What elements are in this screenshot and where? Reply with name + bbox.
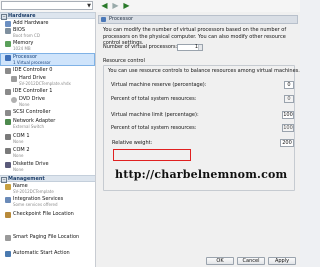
bios-icon — [5, 28, 11, 34]
settings-sidebar: − Hardware Add Hardware BIOS Boot from C… — [0, 12, 96, 267]
vm-settings-window: ▼ ◀ ▶ ▶ − Hardware Add Hardware BIOS Boo… — [0, 0, 300, 267]
resource-control-header: Resource control — [103, 58, 145, 64]
processor-icon — [5, 55, 11, 61]
management-section-header[interactable]: − Management — [0, 175, 95, 183]
sidebar-item-diskette-drive[interactable]: Diskette Drive None — [0, 161, 95, 173]
processor-settings-panel: Processor You can modify the number of v… — [96, 12, 300, 267]
sidebar-item-network-adapter[interactable]: Network Adapter External Switch — [0, 118, 95, 130]
spinner-arrows-icon[interactable] — [198, 45, 202, 50]
sidebar-item-automatic-start-action[interactable]: Automatic Start Action — [0, 250, 95, 260]
percent-total-readonly: 0 — [284, 95, 294, 103]
sidebar-item-integration-services[interactable]: Integration Services Some services offer… — [0, 196, 95, 208]
panel-header: Processor — [98, 15, 298, 24]
vm-selector-dropdown[interactable]: ▼ — [1, 1, 93, 10]
percent-total-readonly: 100 — [282, 124, 294, 132]
start-icon[interactable]: ▶ — [122, 1, 131, 10]
reserve-input[interactable]: 0 — [284, 81, 294, 89]
forward-arrow-icon[interactable]: ▶ — [111, 1, 120, 10]
resource-control-description: You can use resource controls to balance… — [108, 68, 300, 74]
checkpoint-icon — [5, 212, 11, 218]
reserve-label: Virtual machine reserve (percentage): — [111, 82, 207, 88]
relative-weight-input[interactable]: 200 — [280, 139, 294, 147]
sidebar-item-name[interactable]: Name SV-2012DCTemplate — [0, 183, 95, 195]
automatic-start-icon — [5, 251, 11, 257]
percent-total-label: Percent of total system resources: — [111, 96, 197, 102]
sidebar-item-hard-drive[interactable]: Hard Drive SV-2012DCTemplate.vhdx — [0, 75, 95, 87]
sidebar-item-scsi-controller[interactable]: SCSI Controller — [0, 109, 95, 116]
com-port-icon — [5, 134, 11, 140]
ide-controller-icon — [5, 89, 11, 95]
sidebar-item-processor[interactable]: Processor 1 Virtual processor — [0, 53, 95, 66]
sidebar-item-checkpoint-file-location[interactable]: Checkpoint File Location — [0, 211, 95, 221]
sidebar-item-ide-controller-1[interactable]: IDE Controller 1 — [0, 88, 95, 95]
limit-label: Virtual machine limit (percentage): — [111, 112, 199, 118]
dialog-buttons: OK Cancel Apply — [96, 256, 300, 267]
sidebar-item-com1[interactable]: COM 1 None — [0, 133, 95, 145]
num-processors-label: Number of virtual processors: — [103, 44, 178, 50]
memory-icon — [5, 41, 11, 47]
watermark-url: http://charbelnemnom.com — [115, 168, 288, 181]
ide-controller-icon — [5, 68, 11, 74]
sidebar-item-smart-paging-file-location[interactable]: Smart Paging File Location — [0, 234, 95, 244]
apply-button[interactable]: Apply — [268, 257, 296, 265]
hardware-section-header[interactable]: − Hardware — [0, 12, 95, 20]
chevron-down-icon: ▼ — [87, 3, 91, 9]
com-port-icon — [5, 148, 11, 154]
percent-total-label: Percent of total system resources: — [111, 125, 197, 131]
sidebar-item-bios[interactable]: BIOS Boot from CD — [0, 27, 95, 39]
processor-icon — [101, 17, 106, 22]
num-processors-stepper[interactable]: 1 — [177, 44, 203, 51]
dvd-drive-icon — [11, 97, 17, 103]
integration-services-icon — [5, 197, 11, 203]
cancel-button[interactable]: Cancel — [237, 257, 265, 265]
sidebar-item-ide-controller-0[interactable]: IDE Controller 0 — [0, 67, 95, 74]
smart-paging-icon — [5, 235, 11, 241]
hard-drive-icon — [11, 76, 17, 82]
sidebar-item-com2[interactable]: COM 2 None — [0, 147, 95, 159]
relative-weight-label: Relative weight: — [112, 140, 153, 146]
relative-weight-highlight — [113, 149, 191, 161]
sidebar-item-dvd-drive[interactable]: DVD Drive None — [0, 96, 95, 108]
scsi-controller-icon — [5, 110, 11, 116]
diskette-icon — [5, 162, 11, 168]
page-title: Processor — [109, 16, 134, 22]
back-arrow-icon[interactable]: ◀ — [100, 1, 109, 10]
network-adapter-icon — [5, 119, 11, 125]
ok-button[interactable]: OK — [206, 257, 234, 265]
sidebar-item-memory[interactable]: Memory 1024 MB — [0, 40, 95, 52]
limit-input[interactable]: 100 — [282, 111, 294, 119]
sidebar-item-add-hardware[interactable]: Add Hardware — [0, 20, 95, 27]
name-icon — [5, 184, 11, 190]
